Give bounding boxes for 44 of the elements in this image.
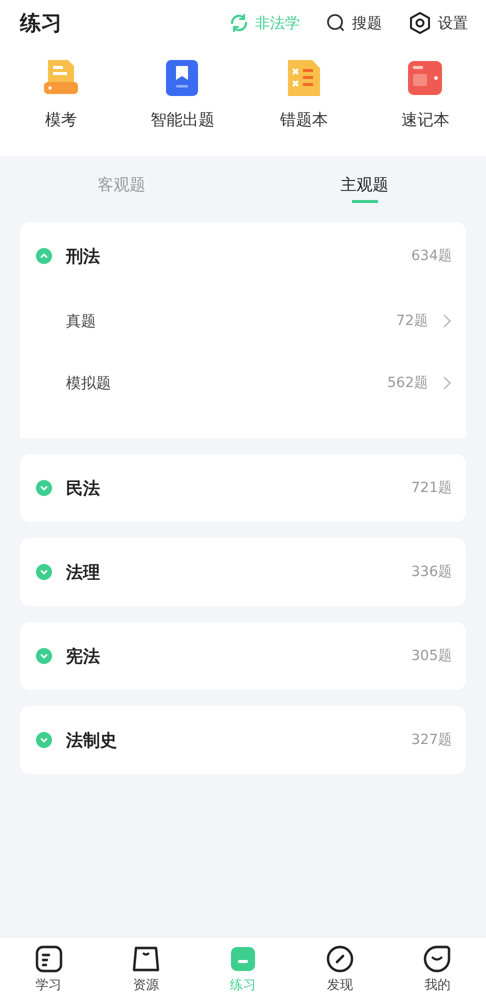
settings-icon: [408, 11, 432, 35]
nav-tab[interactable]: 我的: [407, 944, 468, 994]
subject-header[interactable]: 宪法 305题: [20, 622, 466, 690]
subject-name: 刑法: [66, 246, 101, 268]
question-count: 327题: [411, 731, 452, 749]
face-bubble-icon: [422, 944, 452, 974]
collapse-icon[interactable]: [36, 248, 52, 264]
collapse-icon[interactable]: [36, 648, 52, 664]
nav-tab[interactable]: 发现: [310, 944, 370, 994]
subject-name: 民法: [66, 478, 101, 500]
chevron-right-icon[interactable]: [442, 313, 452, 329]
subject-header[interactable]: 刑法 634题: [20, 222, 466, 290]
question-count: 562题: [387, 374, 428, 392]
subject-name: 法理: [66, 562, 101, 584]
nav-tab[interactable]: 资源: [116, 944, 176, 994]
bag-icon: [130, 944, 161, 974]
collapse-icon[interactable]: [36, 564, 52, 580]
collapse-icon[interactable]: [36, 480, 52, 496]
subject-header[interactable]: 法理 336题: [20, 538, 466, 606]
subject-name: 法制史: [66, 730, 118, 752]
question-count: 305题: [411, 647, 452, 665]
subject-header[interactable]: 民法 721题: [20, 454, 466, 522]
smart-shortcut[interactable]: 智能出题: [127, 58, 238, 140]
settings-button[interactable]: 设置: [408, 11, 468, 35]
search-button[interactable]: 搜题: [326, 13, 382, 33]
search-icon: [326, 13, 346, 33]
question-count: 634题: [411, 247, 452, 265]
subject-header[interactable]: 法制史 327题: [20, 706, 466, 774]
compass-icon: [325, 944, 356, 974]
question-count: 336题: [411, 563, 452, 581]
notes-shortcut[interactable]: 速记本: [370, 58, 480, 140]
nav-tab[interactable]: 学习: [18, 944, 79, 994]
subcategory-name[interactable]: 真题: [66, 312, 382, 330]
mistakes-shortcut[interactable]: 错题本: [248, 58, 359, 140]
note-icon: [34, 944, 64, 974]
collapse-icon[interactable]: [36, 732, 52, 748]
subject-name: 宪法: [66, 646, 101, 668]
question-count: 721题: [411, 479, 452, 497]
exam-shortcut[interactable]: 模考: [6, 58, 116, 140]
question-count: 72题: [396, 312, 428, 330]
chevron-right-icon[interactable]: [442, 375, 452, 391]
refresh-icon: [229, 13, 249, 33]
subcategory-name[interactable]: 模拟题: [66, 374, 374, 392]
page-title: 练习: [20, 10, 62, 37]
